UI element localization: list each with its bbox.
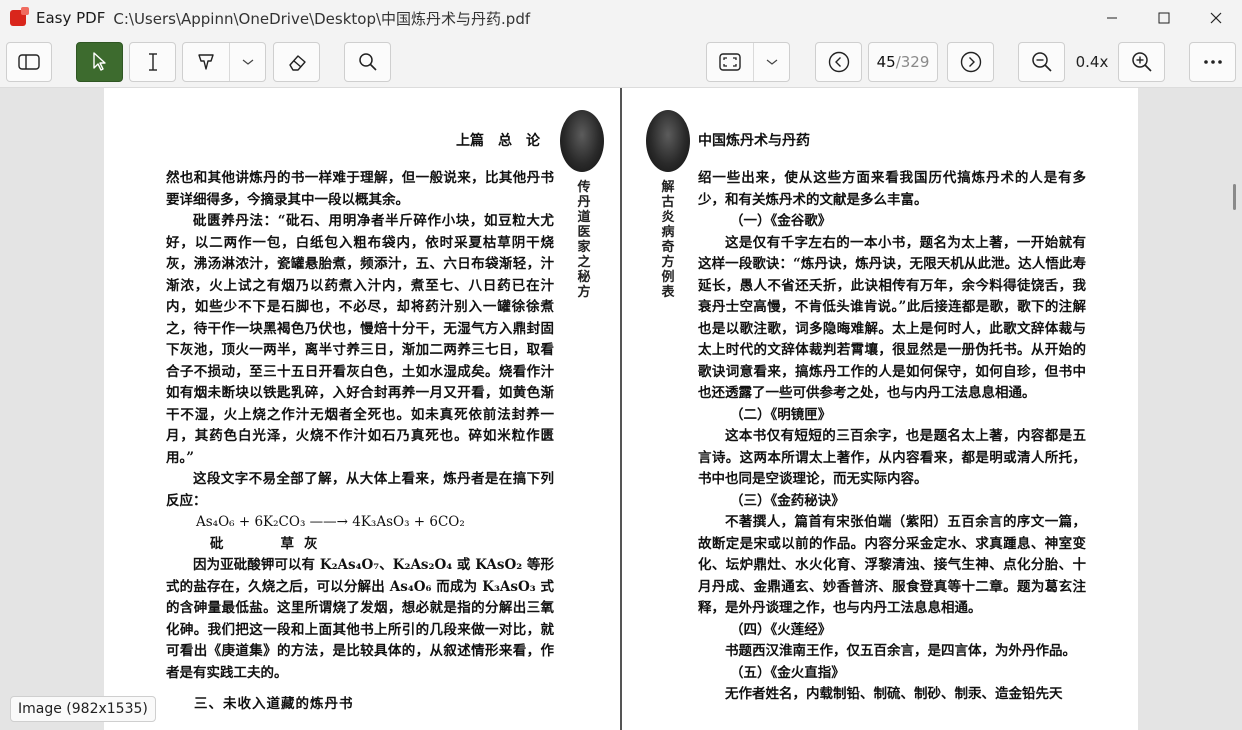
paragraph: 书题西汉淮南王作，仅五百余言，是四言体，为外丹作品。 bbox=[725, 643, 1076, 659]
subsection-heading: （三）《金药秘诀》 bbox=[730, 492, 845, 509]
subsection-heading: （五）《金火直指》 bbox=[730, 664, 845, 681]
toolbar: 45/329 0.4x bbox=[0, 36, 1242, 88]
file-path: C:\Users\Appinn\OneDrive\Desktop\中国炼丹术与丹… bbox=[113, 9, 531, 28]
next-page-button[interactable] bbox=[947, 42, 994, 82]
page-number-field[interactable]: 45/329 bbox=[868, 42, 938, 82]
highlighter-group bbox=[182, 42, 266, 82]
right-vertical-caption: 解古炎病奇方例表 bbox=[661, 180, 675, 300]
left-page-header: 上篇 总 论 bbox=[456, 133, 540, 149]
maximize-button[interactable] bbox=[1138, 0, 1190, 36]
search-button[interactable] bbox=[344, 42, 391, 82]
chevron-down-icon bbox=[242, 59, 253, 65]
paragraph: 不著撰人，篇首有宋张伯端（紫阳）五百余言的序文一篇，故断定是宋或以前的作品。内容… bbox=[698, 514, 1086, 616]
chemical-equation: As₄O₆ + 6K₂CO₃ ——→ 4K₃AsO₃ + 6CO₂ bbox=[196, 514, 465, 530]
fit-mode-group bbox=[706, 42, 790, 82]
eraser-button[interactable] bbox=[273, 42, 320, 82]
paragraph: 因为亚砒酸钾可以有 K₂As₄O₇、K₂As₂O₄ 或 KAsO₂ 等形式的盐存… bbox=[166, 557, 554, 681]
text-select-tool-button[interactable] bbox=[129, 42, 176, 82]
section-heading: 三、未收入道藏的炼丹书 bbox=[194, 696, 354, 712]
portrait-image bbox=[646, 110, 690, 172]
select-tool-button[interactable] bbox=[76, 42, 123, 82]
maximize-icon bbox=[1158, 12, 1170, 24]
more-options-button[interactable] bbox=[1189, 42, 1236, 82]
equation-caption: 砒 草灰 bbox=[210, 535, 328, 552]
subsection-heading: （一）《金谷歌》 bbox=[730, 213, 832, 229]
close-icon bbox=[1210, 12, 1222, 24]
chevron-left-circle-icon bbox=[828, 51, 849, 73]
zoom-in-button[interactable] bbox=[1118, 42, 1165, 82]
zoom-level: 0.4x bbox=[1075, 53, 1109, 71]
left-page: 上篇 总 论 传丹道医家之秘方 然也和其他讲炼丹的书一样难于理解，但一般说来，比… bbox=[104, 88, 620, 730]
previous-page-button[interactable] bbox=[815, 42, 862, 82]
chevron-right-circle-icon bbox=[960, 51, 981, 73]
paragraph: 无作者姓名，内载制铅、制硫、制砂、制汞、造金铅先天 bbox=[725, 686, 1063, 702]
left-page-body: 然也和其他讲炼丹的书一样难于理解，但一般说来，比其他丹书要详细得多，今摘录其中一… bbox=[166, 168, 554, 716]
paragraph: 绍一些出来，使从这些方面来看我国历代搞炼丹术的人是有多少，和有关炼丹术的文献是多… bbox=[698, 170, 1086, 208]
close-button[interactable] bbox=[1190, 0, 1242, 36]
total-pages: /329 bbox=[895, 53, 930, 71]
chevron-down-icon bbox=[766, 59, 777, 65]
minimize-button[interactable] bbox=[1086, 0, 1138, 36]
eraser-icon bbox=[288, 55, 306, 71]
portrait-image bbox=[560, 110, 604, 172]
paragraph: 然也和其他讲炼丹的书一样难于理解，但一般说来，比其他丹书要详细得多，今摘录其中一… bbox=[166, 170, 554, 208]
paragraph: 这是仅有千字左右的一本小书，题名为太上著，一开始就有这样一段歌诀：“炼丹诀，炼丹… bbox=[698, 234, 1086, 402]
current-page: 45 bbox=[876, 53, 896, 71]
left-vertical-caption: 传丹道医家之秘方 bbox=[577, 180, 591, 300]
right-page: 中国炼丹术与丹药 解古炎病奇方例表 绍一些出来，使从这些方面来看我国历代搞炼丹术… bbox=[622, 88, 1138, 730]
subsection-heading: （二）《明镜匣》 bbox=[730, 406, 832, 423]
app-name: Easy PDF bbox=[36, 9, 106, 27]
paragraph: 这本书仅有短短的三百余字，也是题名太上著，内容都是五言诗。这两本所谓太上著作，从… bbox=[698, 428, 1086, 487]
right-page-header: 中国炼丹术与丹药 bbox=[698, 133, 810, 149]
title-bar: Easy PDF C:\Users\Appinn\OneDrive\Deskto… bbox=[0, 0, 1242, 36]
zoom-out-icon bbox=[1031, 52, 1052, 72]
cursor-arrow-icon bbox=[92, 52, 106, 71]
highlighter-button[interactable] bbox=[183, 43, 229, 81]
subsection-heading: （四）《火莲经》 bbox=[730, 621, 832, 638]
zoom-out-button[interactable] bbox=[1018, 42, 1065, 82]
fit-page-button[interactable] bbox=[707, 43, 753, 81]
document-viewer[interactable]: 上篇 总 论 传丹道医家之秘方 然也和其他讲炼丹的书一样难于理解，但一般说来，比… bbox=[0, 88, 1242, 730]
zoom-in-icon bbox=[1131, 52, 1152, 72]
sidebar-icon bbox=[18, 54, 40, 70]
highlighter-dropdown-button[interactable] bbox=[229, 43, 265, 81]
fit-page-icon bbox=[719, 53, 741, 71]
image-info-badge: Image (982x1535) bbox=[10, 696, 156, 722]
right-page-body: 绍一些出来，使从这些方面来看我国历代搞炼丹术的人是有多少，和有关炼丹术的文献是多… bbox=[698, 168, 1086, 706]
window-controls bbox=[1086, 0, 1242, 36]
pdf-app-icon bbox=[10, 7, 29, 26]
highlighter-icon bbox=[198, 54, 214, 70]
more-horizontal-icon bbox=[1203, 60, 1222, 64]
sidebar-toggle-button[interactable] bbox=[6, 42, 52, 82]
paragraph: 这段文字不易全部了解，从大体上看来，炼丹者是在搞下列反应： bbox=[166, 471, 554, 509]
paragraph: 砒匮养丹法：“砒石、用明净者半斤碎作小块，如豆粒大尤好，以二两作一包，白纸包入粗… bbox=[166, 213, 554, 466]
minimize-icon bbox=[1107, 17, 1117, 19]
fit-mode-dropdown-button[interactable] bbox=[753, 43, 789, 81]
text-cursor-icon bbox=[148, 53, 157, 71]
vertical-scrollbar[interactable] bbox=[1233, 184, 1236, 210]
search-icon bbox=[358, 53, 377, 71]
